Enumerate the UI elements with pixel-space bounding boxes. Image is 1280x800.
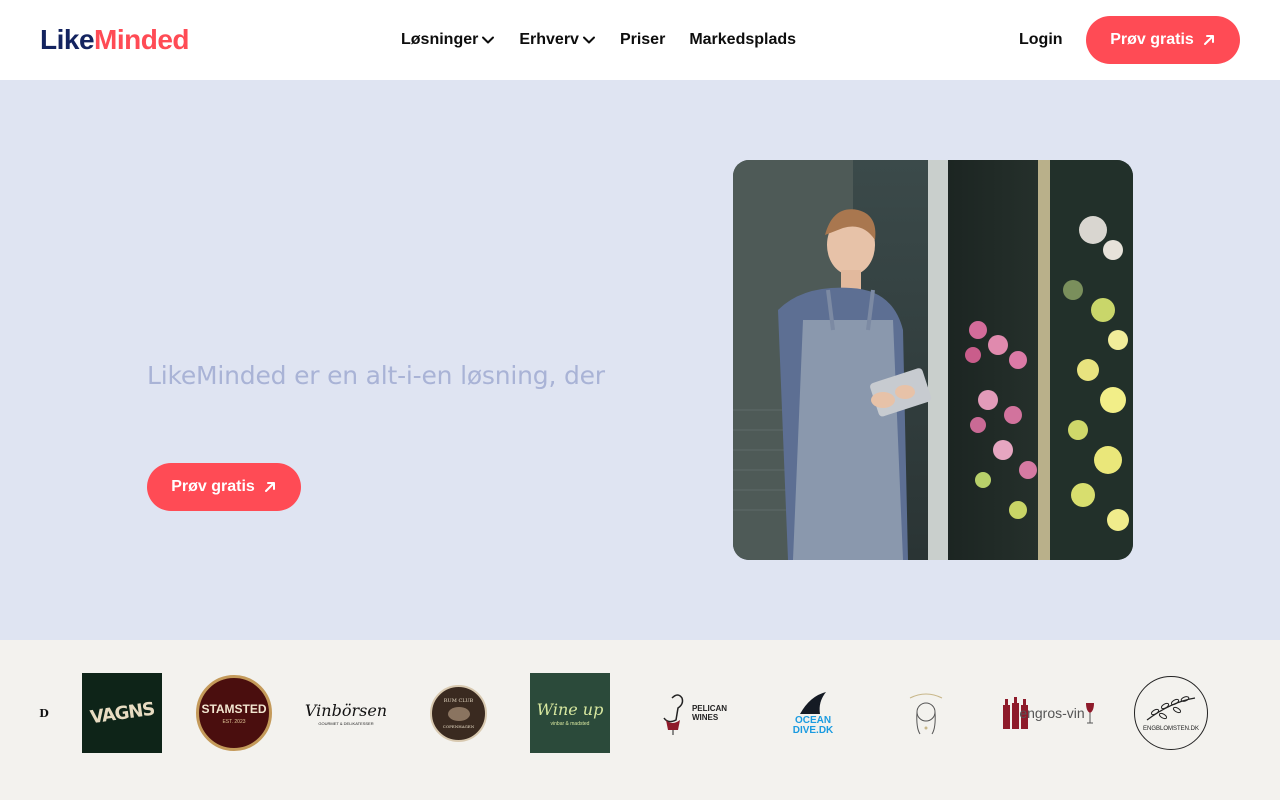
nav-label-markedsplads: Markedsplads	[689, 31, 797, 48]
partner-logo-vagns: VAGNS	[82, 673, 162, 753]
partner-logo-pelican-sub: WINES	[691, 713, 719, 722]
partner-logo-illustration	[900, 673, 952, 753]
partner-logo-engros-text: engros-vin	[1019, 705, 1085, 721]
try-free-label: Prøv gratis	[1110, 31, 1194, 48]
arrow-up-right-icon	[1203, 35, 1214, 45]
nav-item-markedsplads[interactable]: Markedsplads	[689, 31, 796, 49]
partner-logo-wine-up: Wine up vinbar & madsted	[530, 673, 610, 753]
login-link[interactable]: Login	[1019, 28, 1063, 52]
nav-label-priser: Priser	[619, 31, 666, 48]
hero-text: LikeMinded er en alt-i-en løsning, der	[147, 361, 605, 390]
nav-item-erhverv[interactable]: Erhverv	[519, 31, 596, 49]
nav-label-erhverv: Erhverv	[519, 31, 579, 48]
nav-label-losninger: Løsninger	[401, 31, 479, 48]
try-free-button-header[interactable]: Prøv gratis	[1086, 16, 1240, 64]
partner-logo-pelican-text: PELICAN	[691, 704, 728, 713]
main-nav: Løsninger Erhverv Priser Markedsplads	[401, 28, 820, 52]
partner-logo-stamsted-text: STAMSTED	[201, 701, 267, 716]
partner-logo-rum-club-text: RUM CLUB	[443, 697, 474, 704]
partner-logo-partial-text: D	[39, 706, 49, 720]
partner-logo-rum-club-sub: COPENHAGEN	[442, 723, 475, 729]
wine-glass-icon	[1085, 703, 1094, 724]
try-free-button-hero[interactable]: Prøv gratis	[147, 463, 301, 511]
partner-logo-vinborsen-text: Vinbörsen	[304, 700, 388, 720]
partner-logo-vinborsen-sub: GOURMET & DELIKATESSER	[318, 720, 374, 726]
partner-logo-wine-up-sub: vinbar & madsted	[550, 720, 590, 727]
partner-logo-wine-up-text: Wine up	[536, 699, 604, 719]
portrait-illustration-icon	[909, 693, 943, 735]
logo-part-minded: Minded	[94, 24, 190, 55]
partner-logo-pelican-wines: PELICAN WINES	[655, 673, 730, 753]
shark-fin-icon	[800, 692, 826, 714]
partner-logo-ocean-sub: DIVE.DK	[792, 725, 834, 736]
partner-logo-engblomsten-text: ENGBLOMSTEN.DK	[1142, 726, 1199, 732]
arrow-up-right-icon	[264, 482, 275, 492]
partner-logo-vagns-text: VAGNS	[88, 698, 156, 728]
logo-part-like: Like	[40, 24, 95, 55]
hero-photo-florist	[733, 160, 1133, 560]
likeminded-logo[interactable]: LikeMinded	[40, 24, 190, 56]
partner-logo-engros-vin: engros-vin	[997, 673, 1099, 753]
partner-logos-strip: D VAGNS STAMSTED EST. 2023 Vinbörsen GOU…	[0, 640, 1280, 800]
try-free-label: Prøv gratis	[171, 478, 255, 495]
pelican-icon	[663, 694, 684, 735]
site-header: LikeMinded Løsninger Erhverv Priser Mark…	[0, 0, 1280, 80]
nav-item-priser[interactable]: Priser	[620, 31, 665, 49]
partner-logo-stamsted: STAMSTED EST. 2023	[196, 673, 272, 753]
chevron-down-icon	[482, 36, 495, 44]
partner-logo-rum-club: RUM CLUB COPENHAGEN	[430, 673, 487, 753]
partner-logo-ocean-dive: OCEAN DIVE.DK	[785, 673, 841, 753]
partner-logo-engblomsten: ENGBLOMSTEN.DK	[1133, 673, 1209, 753]
nav-item-losninger[interactable]: Løsninger	[401, 31, 495, 49]
partner-logo-stamsted-sub: EST. 2023	[222, 718, 246, 725]
partner-logo-partial: D	[38, 673, 50, 753]
chevron-down-icon	[582, 36, 595, 44]
branch-leaves-icon	[1146, 696, 1196, 721]
partner-logo-vinborsen: Vinbörsen GOURMET & DELIKATESSER	[305, 673, 387, 753]
